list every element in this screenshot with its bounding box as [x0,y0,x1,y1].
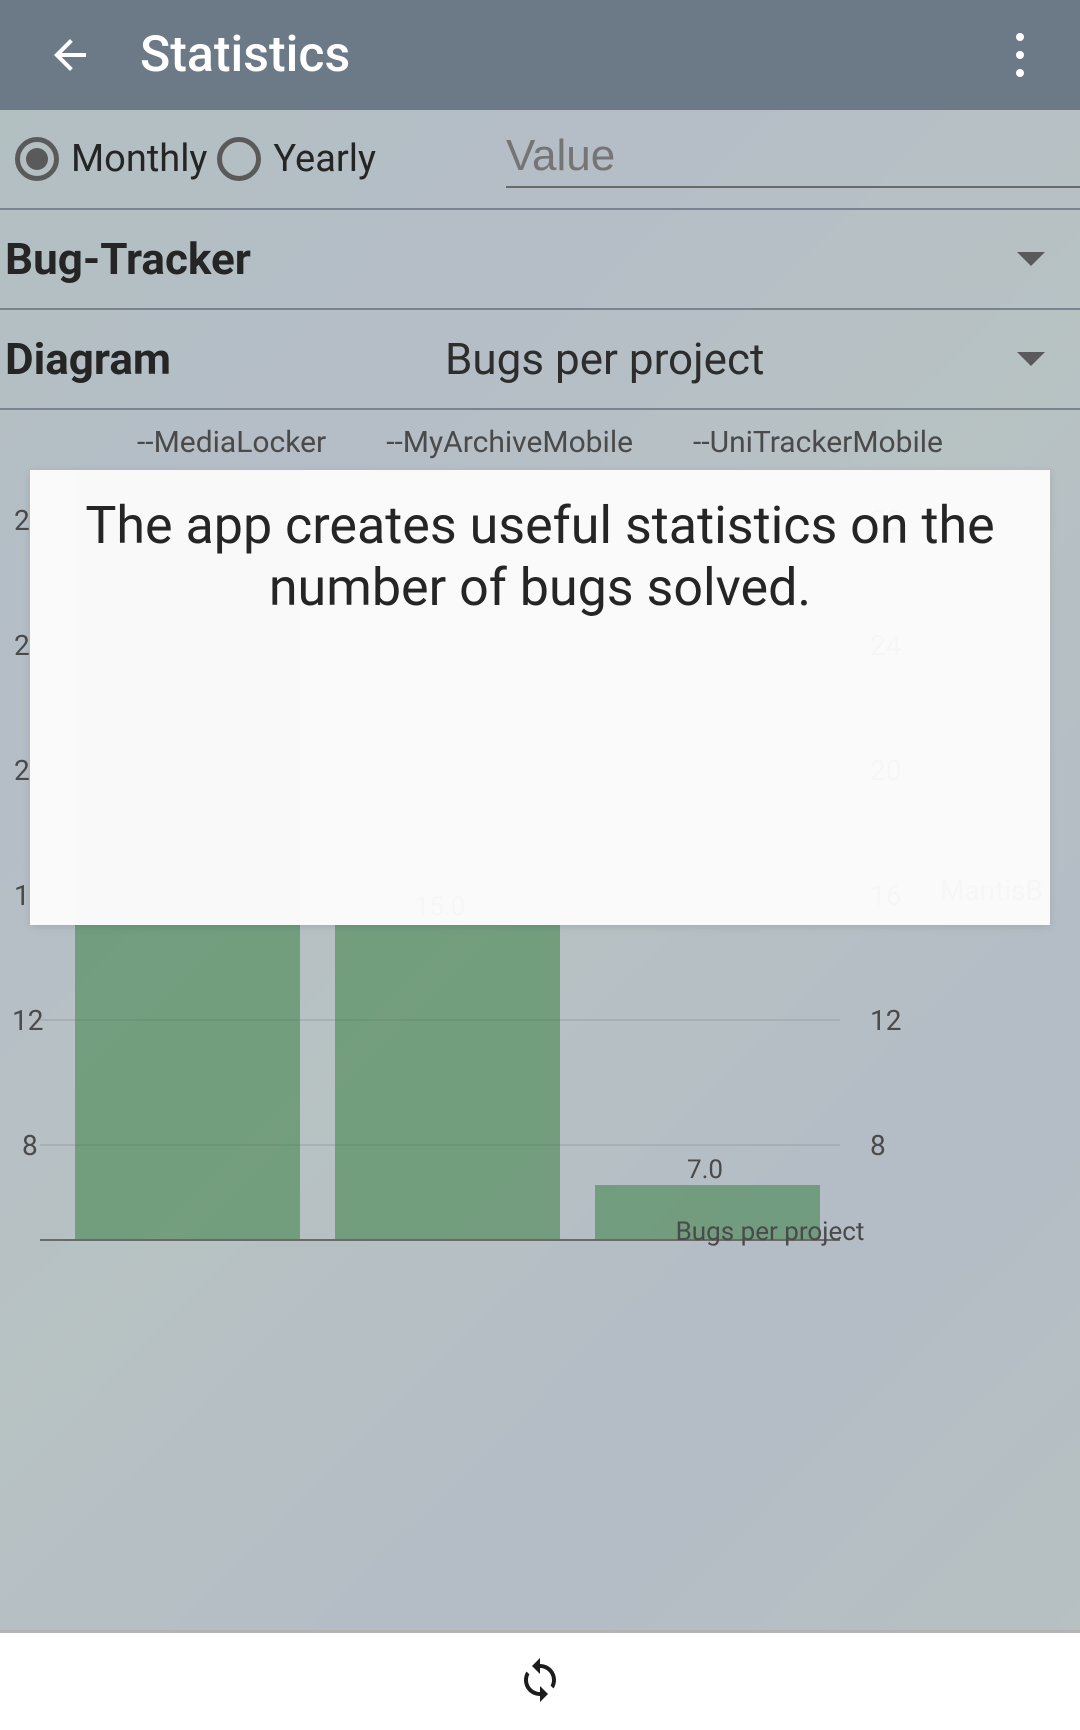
radio-yearly[interactable]: Yearly [217,137,376,181]
diagram-label: Diagram [5,333,445,385]
chevron-down-icon [1017,352,1045,366]
radio-selected-icon [15,137,59,181]
bugtracker-label: Bug-Tracker [5,233,1017,285]
info-text: The app creates useful statistics on the… [40,495,1040,620]
more-vert-icon [1016,33,1024,77]
more-options-button[interactable] [990,25,1050,85]
value-input[interactable] [506,131,1080,188]
y-tick: 2 [14,504,30,537]
chart-bar [335,920,560,1240]
bugtracker-dropdown[interactable]: Bug-Tracker [0,210,1080,310]
chevron-down-icon [1017,252,1045,266]
filter-row: Monthly Yearly [0,110,1080,210]
value-label: 7.0 [687,1155,723,1185]
info-card: The app creates useful statistics on the… [30,470,1050,925]
y-tick: 2 [14,629,30,662]
legend-item: --MyArchiveMobile [386,425,633,460]
app-header: Statistics [0,0,1080,110]
right-tick: 12 [870,1004,901,1037]
diagram-dropdown[interactable]: Diagram Bugs per project [0,310,1080,410]
right-tick: 8 [870,1129,886,1162]
radio-yearly-label: Yearly [273,137,376,181]
back-button[interactable] [40,25,100,85]
radio-unselected-icon [217,137,261,181]
diagram-value: Bugs per project [445,333,764,385]
legend-item: --MediaLocker [137,425,326,460]
radio-monthly-label: Monthly [71,137,207,181]
refresh-button[interactable] [516,1656,564,1708]
arrow-left-icon [46,31,94,79]
legend-item: --UniTrackerMobile [693,425,943,460]
refresh-icon [516,1656,564,1704]
period-radio-group: Monthly Yearly [15,137,386,181]
page-title: Statistics [140,26,990,84]
bottom-bar [0,1630,1080,1730]
y-tick: 1 [14,879,30,912]
y-tick: 8 [22,1129,38,1162]
radio-monthly[interactable]: Monthly [15,137,207,181]
y-tick: 2 [14,754,30,787]
chart-legend: --MediaLocker --MyArchiveMobile --UniTra… [0,425,1080,470]
y-tick: 12 [12,1004,43,1037]
chart-axis-title: Bugs per project [676,1217,865,1247]
